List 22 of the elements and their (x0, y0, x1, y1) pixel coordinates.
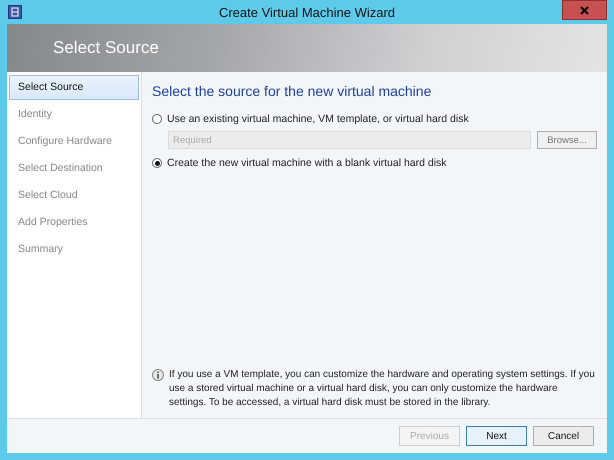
browse-button[interactable]: Browse... (537, 131, 597, 149)
wizard-button[interactable]: Next (466, 426, 527, 446)
option-label[interactable]: Use an existing virtual machine, VM template, or virtual hard disk (167, 113, 469, 125)
page-title: Select Source (53, 38, 159, 58)
section-heading: Select the source for the new virtual machine (152, 83, 432, 99)
radio-button[interactable] (152, 114, 162, 124)
wizard-button[interactable]: Cancel (533, 426, 594, 446)
radio-button[interactable] (152, 158, 162, 168)
step-item[interactable]: Configure Hardware (9, 129, 139, 154)
step-item[interactable]: Summary (9, 237, 139, 262)
step-item[interactable]: Select Cloud (9, 183, 139, 208)
app-icon (8, 5, 22, 19)
close-icon (580, 6, 589, 14)
step-item[interactable]: Select Destination (9, 156, 139, 181)
step-item[interactable]: Identity (9, 102, 139, 127)
window-title: Create Virtual Machine Wizard (218, 4, 396, 20)
option-label[interactable]: Create the new virtual machine with a blank virtual hard disk (167, 157, 447, 169)
step-item[interactable]: Add Properties (9, 210, 139, 235)
info-text: If you use a VM template, you can customize the hardware and operating system settings. If you use a stored virtual machine or a virtual hard disk, you can only customize the hardware settings. To be accessed, a virtual hard disk must be stored in the library. (169, 368, 596, 410)
step-item[interactable]: Select Source (9, 75, 139, 100)
close-button[interactable] (562, 0, 607, 20)
info-icon (152, 369, 164, 381)
